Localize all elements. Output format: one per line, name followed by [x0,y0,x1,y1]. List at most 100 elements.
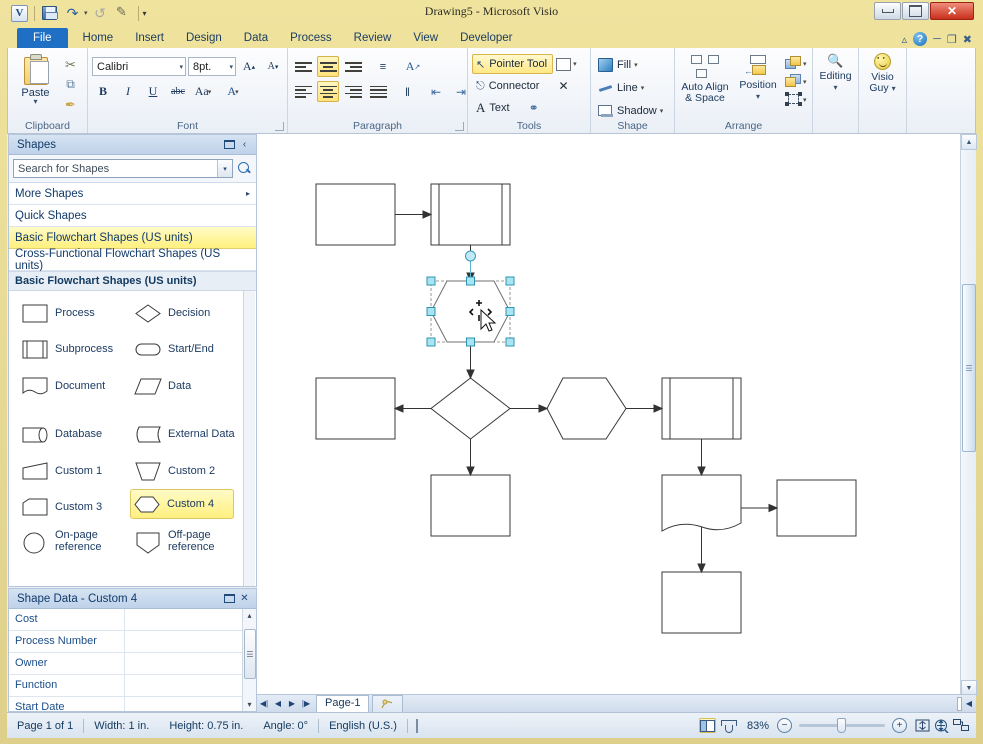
paragraph-dialog-launcher[interactable] [455,122,464,131]
tab-home[interactable]: Home [72,29,125,48]
font-family-combo[interactable]: Calibri ▾ [92,57,186,76]
pointer-tool-button[interactable]: ↖ Pointer Tool [472,54,554,74]
master-custom-2[interactable]: Custom 2 [132,455,240,487]
grow-font-button[interactable]: A ▴ [238,56,260,77]
tab-file[interactable]: File [17,28,68,48]
align-bottom-button[interactable] [342,56,364,77]
rectangle-tool-icon[interactable] [556,57,572,71]
minimize-icon[interactable]: ─ [933,33,941,45]
bullets-button[interactable]: ≡ [372,56,394,77]
switch-window-button[interactable] [951,718,970,734]
stencil-item-cross-functional[interactable]: Cross-Functional Flowchart Shapes (US un… [9,248,256,272]
search-input[interactable]: Search for Shapes ▾ [13,159,233,178]
line-button[interactable]: Line ▾ [595,77,647,98]
chevron-down-icon[interactable]: ▾ [803,96,807,104]
shape-data-value[interactable] [125,609,256,630]
master-data[interactable]: Data [132,370,240,402]
master-document[interactable]: Document [19,370,127,402]
master-process[interactable]: Process [19,297,127,329]
scroll-up-icon[interactable]: ▴ [247,611,251,620]
master-external-data[interactable]: External Data [132,418,250,450]
search-icon[interactable] [237,161,252,176]
page-hscroll[interactable] [405,696,955,712]
font-size-combo[interactable]: 8pt. ▾ [188,57,236,76]
pointer-radius-icon[interactable]: ⚭ [529,101,539,115]
table-row[interactable]: Function [9,675,256,697]
minimize-window-button[interactable] [874,2,901,20]
shape-data-value[interactable] [125,653,256,674]
normal-view-button[interactable] [698,718,716,733]
zoom-slider[interactable] [799,718,885,733]
tab-developer[interactable]: Developer [449,29,523,48]
send-backward-icon[interactable] [785,74,802,89]
close-x-icon[interactable]: ✕ [558,79,568,93]
paste-dropdown-icon[interactable]: ▾ [33,98,37,106]
master-database[interactable]: Database [19,418,127,450]
first-page-button[interactable]: ◀| [257,696,271,712]
table-row[interactable]: Cost [9,609,256,631]
stencil-item-quick-shapes[interactable]: Quick Shapes [9,205,256,227]
chevron-down-icon[interactable]: ▾ [803,60,807,68]
tab-process[interactable]: Process [279,29,343,48]
canvas-vertical-scrollbar[interactable]: ▲ ☰ ▼ [960,134,977,696]
master-custom-3[interactable]: Custom 3 [19,491,127,523]
text-block-button[interactable]: ‖ [396,81,418,102]
master-subprocess[interactable]: Subprocess [19,333,127,365]
auto-align-space-button[interactable]: Auto Align & Space [679,53,731,104]
shape-data-scrollbar[interactable]: ▴ ▾ ☰ [242,609,256,711]
page-tab-page-1[interactable]: Page-1 [316,695,370,712]
tab-view[interactable]: View [402,29,449,48]
strikethrough-button[interactable]: abc [167,81,189,102]
format-painter-button[interactable]: ✒ [61,96,80,113]
scrollbar-thumb[interactable]: ☰ [962,284,976,452]
align-middle-button[interactable] [317,56,339,77]
master-off-page-reference[interactable]: Off-page reference [132,525,250,557]
change-case-button[interactable]: Aa ▾ [192,81,214,102]
paste-button[interactable]: Paste ▾ [12,52,59,106]
chevron-down-icon[interactable]: ▾ [803,78,807,86]
stencil-item-basic-flowchart[interactable]: Basic Flowchart Shapes (US units) [9,227,256,249]
shrink-font-button[interactable]: A ▾ [262,56,284,77]
master-decision[interactable]: Decision [132,297,240,329]
fit-page-button[interactable] [913,718,932,734]
zoom-out-button[interactable]: − [777,718,792,733]
editing-button[interactable]: 🔍 Editing ▾ [817,52,854,93]
zoom-level[interactable]: 83% [737,720,777,732]
fill-button[interactable]: Fill ▾ [595,54,641,75]
restore-window-button[interactable] [902,2,929,20]
shape-data-value[interactable] [125,631,256,652]
visio-guy-button[interactable]: Visio Guy ▾ [863,52,902,94]
restore-icon[interactable]: ❐ [947,33,957,46]
font-color-button[interactable]: A ▾ [222,81,244,102]
last-page-button[interactable]: |▶ [299,696,313,712]
fit-width-button[interactable] [932,718,951,734]
full-screen-button[interactable] [720,718,738,733]
float-panel-button[interactable] [222,591,237,606]
shapes-scrollbar[interactable] [243,291,255,586]
bring-forward-icon[interactable] [785,56,802,71]
master-custom-4[interactable]: Custom 4 [130,489,234,519]
table-row[interactable]: Start Date [9,697,256,711]
scrollbar-thumb[interactable]: ☰ [244,629,256,679]
help-icon[interactable]: ? [913,32,928,46]
table-row[interactable]: Owner [9,653,256,675]
font-dialog-launcher[interactable] [275,122,284,131]
group-icon[interactable] [785,92,802,107]
align-center-button[interactable] [317,81,339,102]
shape-data-value[interactable] [125,697,256,711]
decrease-indent-button[interactable]: ⇤ [425,81,447,102]
align-right-button[interactable] [342,81,364,102]
shape-data-value[interactable] [125,675,256,696]
scroll-down-icon[interactable]: ▾ [247,700,251,709]
macro-record-button[interactable] [408,718,426,733]
connector-tool-button[interactable]: ⎋ Connector [472,76,545,96]
zoom-slider-thumb[interactable] [837,718,846,733]
master-start-end[interactable]: Start/End [132,333,240,365]
underline-button[interactable]: U [142,81,164,102]
insert-page-button[interactable] [372,695,404,712]
bold-button[interactable]: B [92,81,114,102]
align-left-button[interactable] [292,81,314,102]
drawing-canvas[interactable] [257,134,960,696]
float-panel-button[interactable] [222,137,237,152]
close-panel-button[interactable]: ✕ [237,591,252,606]
